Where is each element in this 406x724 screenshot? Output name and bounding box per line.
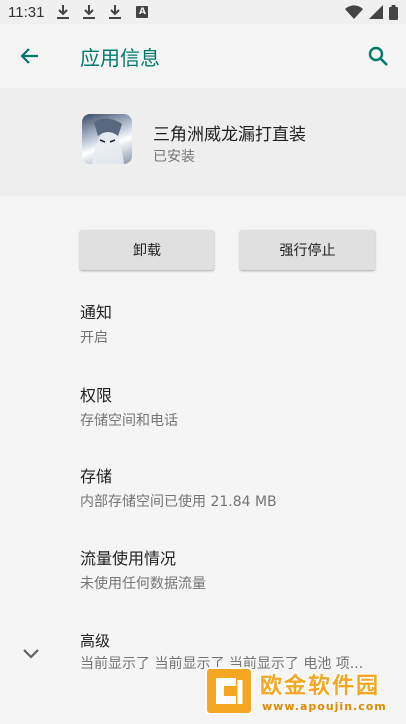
status-time: 11:31	[8, 3, 45, 21]
settings-item-storage[interactable]: 存储 内部存储空间已使用 21.84 MB	[80, 466, 400, 512]
settings-item-subtitle: 开启	[80, 330, 108, 346]
settings-item-subtitle: 存储空间和电话	[80, 413, 178, 429]
settings-item-data-usage[interactable]: 流量使用情况 未使用任何数据流量	[80, 548, 400, 594]
action-buttons: 卸载 强行停止	[0, 230, 406, 272]
uninstall-button[interactable]: 卸载	[80, 230, 214, 270]
watermark: 欧金软件园 www.apoujin.com	[198, 660, 406, 724]
settings-item-title: 存储	[80, 467, 113, 486]
battery-icon	[389, 4, 398, 20]
chevron-down-icon[interactable]	[20, 642, 42, 664]
download-icon	[108, 4, 122, 20]
status-bar: 11:31 A	[0, 0, 406, 24]
wifi-icon	[345, 5, 363, 19]
app-icon	[82, 114, 132, 164]
settings-item-title: 高级	[80, 632, 111, 650]
settings-item-permissions[interactable]: 权限 存储空间和电话	[80, 385, 400, 431]
download-icon	[82, 4, 96, 20]
watermark-text: 欧金软件园	[260, 674, 381, 699]
settings-item-subtitle: 未使用任何数据流量	[80, 576, 206, 592]
signal-icon	[369, 5, 383, 19]
watermark-url: www.apoujin.com	[262, 700, 387, 713]
force-stop-button[interactable]: 强行停止	[240, 230, 375, 270]
page-title: 应用信息	[80, 46, 160, 70]
settings-item-subtitle: 内部存储空间已使用 21.84 MB	[80, 494, 277, 510]
settings-item-notifications[interactable]: 通知 开启	[80, 302, 400, 348]
settings-item-title: 通知	[80, 303, 113, 322]
download-icon	[56, 4, 70, 20]
back-arrow-icon[interactable]	[18, 44, 42, 68]
settings-item-title: 流量使用情况	[80, 549, 177, 568]
watermark-logo-icon	[204, 666, 254, 716]
app-header: 三角洲威龙漏打直装 已安装	[0, 88, 406, 196]
notification-a-icon: A	[136, 6, 149, 18]
search-icon[interactable]	[366, 44, 390, 68]
settings-item-title: 权限	[80, 386, 113, 405]
app-bar: 应用信息	[0, 24, 406, 88]
app-name: 三角洲威龙漏打直装	[153, 125, 306, 145]
install-status: 已安装	[153, 149, 195, 165]
